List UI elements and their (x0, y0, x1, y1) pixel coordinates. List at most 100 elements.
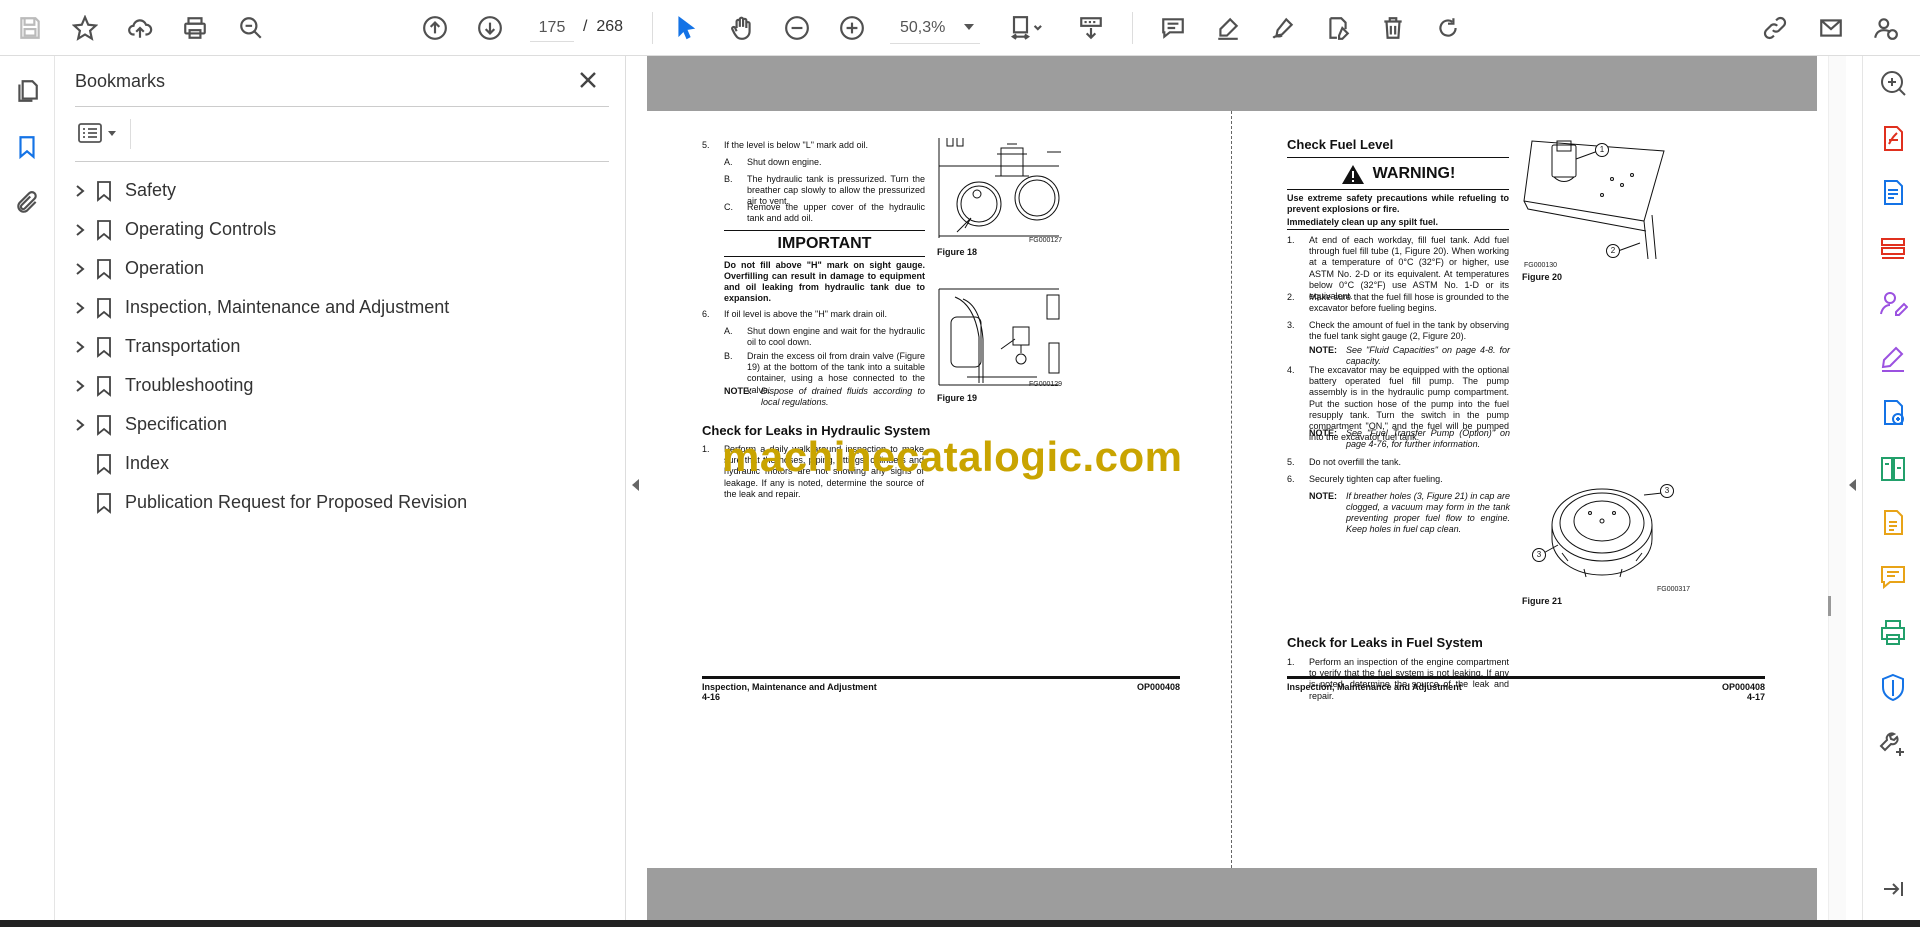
note-text: Dispose of drained fluids according to l… (761, 386, 925, 407)
footer-code: OP000408 (1136, 682, 1180, 692)
chevron-right-icon[interactable] (73, 379, 87, 393)
figure-caption: Figure 19 (937, 393, 978, 403)
page-gap (647, 56, 1817, 111)
page-up-icon[interactable] (417, 10, 453, 46)
bookmark-options-button[interactable] (78, 119, 124, 147)
step-number: C. (724, 202, 733, 212)
bookmark-item[interactable]: Publication Request for Proposed Revisio… (56, 483, 626, 522)
bookmark-label[interactable]: Index (125, 453, 169, 474)
bookmark-label[interactable]: Safety (125, 180, 176, 201)
bookmark-label[interactable]: Inspection, Maintenance and Adjustment (125, 297, 449, 318)
warning-text: Use extreme safety precautions while ref… (1287, 193, 1509, 214)
step-text: If the level is below "L" mark add oil. (724, 140, 868, 150)
bookmark-label[interactable]: Troubleshooting (125, 375, 253, 396)
more-tools-icon[interactable] (1878, 728, 1908, 758)
bookmark-item[interactable]: Operation (56, 249, 626, 288)
bookmark-icon (94, 258, 114, 280)
bookmark-label[interactable]: Transportation (125, 336, 240, 357)
organize-pages-icon[interactable] (1878, 234, 1908, 264)
footer-code: OP000408 (1721, 682, 1765, 692)
zoom-in-icon[interactable] (834, 10, 870, 46)
callout-marker: 2 (1606, 244, 1620, 258)
comment-tool-icon[interactable] (1878, 562, 1908, 592)
bookmarks-icon[interactable] (12, 132, 42, 162)
scan-ocr-icon[interactable] (1878, 508, 1908, 538)
bookmark-label[interactable]: Specification (125, 414, 227, 435)
bookmark-item[interactable]: Index (56, 444, 626, 483)
save-icon[interactable] (12, 10, 48, 46)
chevron-right-icon[interactable] (73, 340, 87, 354)
attachment-icon[interactable] (12, 188, 42, 218)
collapse-left-panel-icon[interactable] (632, 479, 639, 491)
bookmark-item[interactable]: Specification (56, 405, 626, 444)
page-down-icon[interactable] (472, 10, 508, 46)
collapse-right-panel-icon[interactable] (1849, 479, 1856, 491)
chevron-right-icon[interactable] (73, 301, 87, 315)
bookmark-label[interactable]: Publication Request for Proposed Revisio… (125, 492, 467, 513)
bookmark-item[interactable]: Inspection, Maintenance and Adjustment (56, 288, 626, 327)
footer-rule (1287, 676, 1765, 679)
zoom-level-select[interactable]: 50,3% (890, 12, 980, 44)
account-help-icon[interactable] (1868, 10, 1904, 46)
chevron-down-icon (964, 24, 974, 30)
close-icon[interactable] (576, 68, 600, 92)
redo-icon[interactable] (1430, 10, 1466, 46)
fill-sign-icon[interactable] (1878, 344, 1908, 374)
export-pdf-icon[interactable] (1878, 124, 1908, 154)
share-link-icon[interactable] (1757, 10, 1793, 46)
bookmark-icon (94, 336, 114, 358)
divider (75, 161, 609, 162)
vertical-scrollbar[interactable] (1828, 56, 1846, 922)
select-cursor-icon[interactable] (668, 10, 704, 46)
search-zoom-icon[interactable] (233, 10, 269, 46)
comment-icon[interactable] (1155, 10, 1191, 46)
edit-pdf-icon[interactable] (1878, 178, 1908, 208)
page-fit-icon[interactable] (1003, 10, 1051, 46)
main-toolbar: / 268 50,3% (0, 0, 1920, 56)
section-heading: Check Fuel Level (1287, 137, 1394, 152)
request-signature-icon[interactable] (1878, 288, 1909, 318)
bookmark-icon (94, 219, 114, 241)
print-production-icon[interactable] (1878, 618, 1908, 648)
step-number: 1. (1287, 657, 1295, 667)
collapse-tools-icon[interactable] (1878, 874, 1908, 904)
hand-tool-icon[interactable] (724, 10, 760, 46)
document-viewport[interactable]: 5. If the level is below "L" mark add oi… (627, 56, 1862, 922)
edit-text-icon[interactable] (1320, 10, 1356, 46)
compare-files-icon[interactable] (1878, 454, 1908, 484)
zoom-out-icon[interactable] (779, 10, 815, 46)
create-pdf-icon[interactable] (1878, 398, 1908, 428)
page-thumbnails-icon[interactable] (12, 76, 42, 106)
bookmark-item[interactable]: Transportation (56, 327, 626, 366)
bookmark-label[interactable]: Operation (125, 258, 204, 279)
page-spread: 5. If the level is below "L" mark add oi… (647, 111, 1817, 868)
page-number-input[interactable] (530, 14, 574, 42)
print-icon[interactable] (177, 10, 213, 46)
note-label: NOTE: (1309, 428, 1337, 438)
protect-shield-icon[interactable] (1878, 672, 1908, 702)
zoom-search-icon[interactable] (1878, 68, 1908, 98)
scroll-mode-icon[interactable] (1073, 10, 1109, 46)
bookmark-item[interactable]: Troubleshooting (56, 366, 626, 405)
bookmark-item[interactable]: Safety (56, 171, 626, 210)
highlight-pen-icon[interactable] (1210, 10, 1246, 46)
chevron-right-icon[interactable] (73, 184, 87, 198)
star-icon[interactable] (67, 10, 103, 46)
step-number: 5. (1287, 457, 1295, 467)
important-title: IMPORTANT (777, 235, 872, 252)
chevron-right-icon[interactable] (73, 262, 87, 276)
bookmark-label[interactable]: Operating Controls (125, 219, 276, 240)
delete-icon[interactable] (1375, 10, 1411, 46)
bookmark-item[interactable]: Operating Controls (56, 210, 626, 249)
chevron-right-icon[interactable] (73, 223, 87, 237)
step-number: A. (724, 326, 733, 336)
chevron-right-icon[interactable] (73, 418, 87, 432)
scrollbar-thumb[interactable] (1828, 596, 1831, 616)
step-number: 1. (1287, 235, 1295, 245)
warning-text: Immediately clean up any spilt fuel. (1287, 217, 1439, 227)
step-number: B. (724, 351, 733, 361)
email-icon[interactable] (1813, 10, 1849, 46)
sign-icon[interactable] (1265, 10, 1301, 46)
footer-page-number: 4-17 (1746, 692, 1765, 702)
upload-cloud-icon[interactable] (122, 10, 158, 46)
